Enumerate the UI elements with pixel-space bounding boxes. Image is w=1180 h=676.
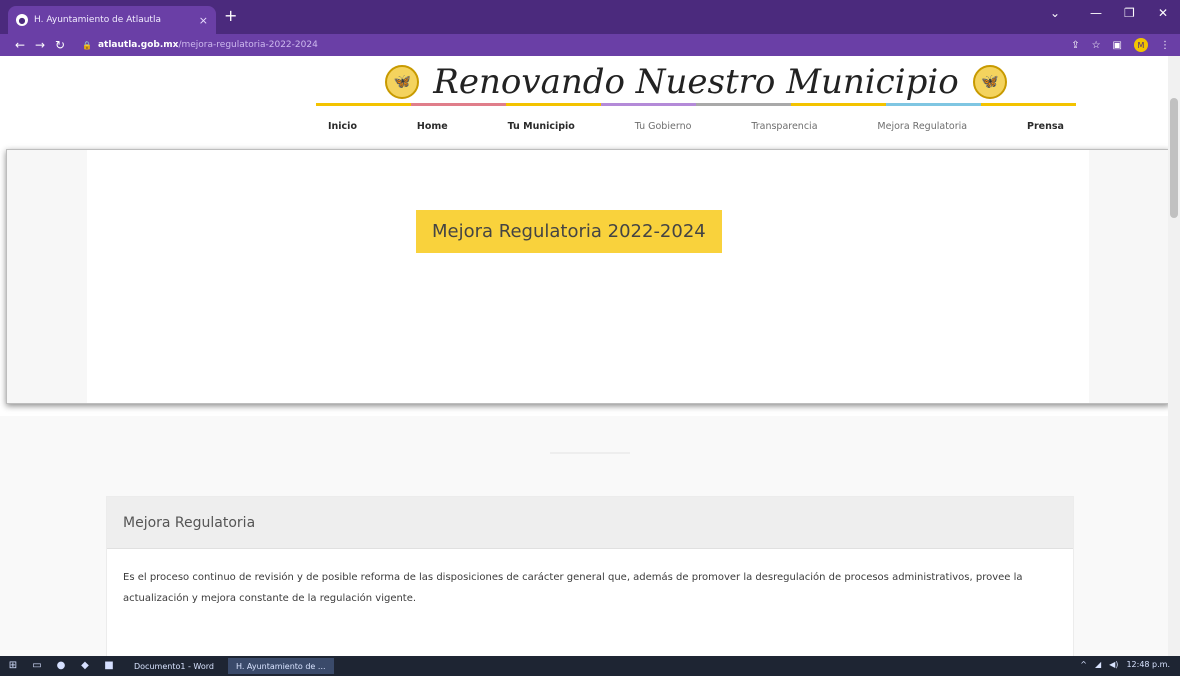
rainbow-segment xyxy=(886,103,981,106)
toolbar-icons: ⇪ ☆ ▣ M ⋮ xyxy=(1071,38,1170,52)
info-card: Mejora Regulatoria Es el proceso continu… xyxy=(106,496,1074,656)
main-nav: Inicio Home Tu Municipio Tu Gobierno Transpa… xyxy=(316,116,1076,136)
nav-item-transparencia[interactable]: Transparencia xyxy=(739,121,829,132)
volume-icon[interactable]: ◀) xyxy=(1109,660,1118,669)
butterfly-emblem-icon: 🦋 xyxy=(385,65,420,99)
sidebar-icon[interactable]: ▣ xyxy=(1113,40,1122,51)
card-title: Mejora Regulatoria xyxy=(107,497,1073,549)
nav-item-home[interactable]: Home xyxy=(405,121,460,132)
url-field[interactable]: 🔒 atlautla.gob.mx /mejora-regulatoria-20… xyxy=(82,40,318,50)
rainbow-segment xyxy=(981,103,1076,106)
rainbow-segment xyxy=(601,103,696,106)
tab-title: H. Ayuntamiento de Atlautla xyxy=(34,15,161,25)
network-icon[interactable]: ◢ xyxy=(1095,660,1101,669)
nav-item-prensa[interactable]: Prensa xyxy=(1015,121,1076,132)
rainbow-divider xyxy=(316,103,1076,106)
browser-icon[interactable]: ● xyxy=(54,660,68,672)
nav-item-inicio[interactable]: Inicio xyxy=(316,121,369,132)
browser-tab[interactable]: ● H. Ayuntamiento de Atlautla × xyxy=(8,6,216,34)
profile-avatar[interactable]: M xyxy=(1134,38,1148,52)
files-icon[interactable]: ■ xyxy=(102,660,116,672)
site-logo[interactable]: 🦋 Renovando Nuestro Municipio 🦋 xyxy=(316,60,1076,104)
nav-item-tu-gobierno[interactable]: Tu Gobierno xyxy=(623,121,704,132)
reload-button[interactable]: ↻ xyxy=(50,38,70,52)
new-tab-button[interactable]: + xyxy=(224,8,237,24)
hero-pattern-left xyxy=(7,150,87,403)
back-button[interactable]: ← xyxy=(10,38,30,52)
page-viewport: 🦋 Renovando Nuestro Municipio 🦋 Inicio Ho… xyxy=(0,56,1180,656)
store-icon[interactable]: ◆ xyxy=(78,660,92,672)
card-body: Es el proceso continuo de revisión y de … xyxy=(123,572,1023,604)
rainbow-segment xyxy=(791,103,886,106)
start-icon[interactable]: ⊞ xyxy=(6,660,20,672)
taskbar-app[interactable]: Documento1 - Word xyxy=(126,658,222,674)
scrollbar[interactable] xyxy=(1168,56,1180,656)
taskbar-app[interactable]: H. Ayuntamiento de ... xyxy=(227,658,334,674)
maximize-button[interactable]: ❐ xyxy=(1124,6,1135,20)
forward-button[interactable]: → xyxy=(30,38,50,52)
rainbow-segment xyxy=(506,103,601,106)
chevron-down-icon[interactable]: ⌄ xyxy=(1050,6,1060,20)
nav-item-tu-municipio[interactable]: Tu Municipio xyxy=(496,121,587,132)
bookmark-star-icon[interactable]: ☆ xyxy=(1092,40,1101,51)
section-divider xyxy=(550,452,630,454)
hero-banner: Mejora Regulatoria 2022-2024 xyxy=(416,210,722,253)
butterfly-emblem-icon: 🦋 xyxy=(972,65,1007,99)
minimize-button[interactable]: — xyxy=(1090,6,1102,20)
task-view-icon[interactable]: ▭ xyxy=(30,660,44,672)
tray-chevron-icon[interactable]: ^ xyxy=(1080,660,1087,669)
logo-text: Renovando Nuestro Municipio xyxy=(433,62,959,102)
rainbow-segment xyxy=(411,103,506,106)
menu-icon[interactable]: ⋮ xyxy=(1160,40,1170,51)
close-tab-icon[interactable]: × xyxy=(199,14,208,27)
system-tray: ^ ◢ ◀) 12:48 p.m. xyxy=(1080,660,1170,669)
favicon-icon: ● xyxy=(16,14,28,26)
lock-icon: 🔒 xyxy=(82,40,92,50)
nav-item-mejora-regulatoria[interactable]: Mejora Regulatoria xyxy=(865,121,979,132)
clock[interactable]: 12:48 p.m. xyxy=(1126,660,1170,669)
taskbar-apps: Documento1 - Word H. Ayuntamiento de ... xyxy=(126,658,340,674)
share-icon[interactable]: ⇪ xyxy=(1071,40,1079,51)
rainbow-segment xyxy=(316,103,411,106)
address-bar: ← → ↻ 🔒 atlautla.gob.mx /mejora-regulato… xyxy=(0,34,1180,56)
rainbow-segment xyxy=(696,103,791,106)
browser-tab-bar: ● H. Ayuntamiento de Atlautla × + ⌄ — ❐ … xyxy=(0,0,1180,34)
url-path: /mejora-regulatoria-2022-2024 xyxy=(178,40,318,50)
url-domain: atlautla.gob.mx xyxy=(97,40,179,50)
hero-section: Mejora Regulatoria 2022-2024 xyxy=(6,149,1170,404)
hero-pattern-right xyxy=(1089,150,1169,403)
close-window-button[interactable]: ✕ xyxy=(1158,6,1168,20)
taskbar: ⊞ ▭ ● ◆ ■ Documento1 - Word H. Ayuntamien… xyxy=(0,656,1180,676)
scrollbar-thumb[interactable] xyxy=(1170,98,1178,218)
